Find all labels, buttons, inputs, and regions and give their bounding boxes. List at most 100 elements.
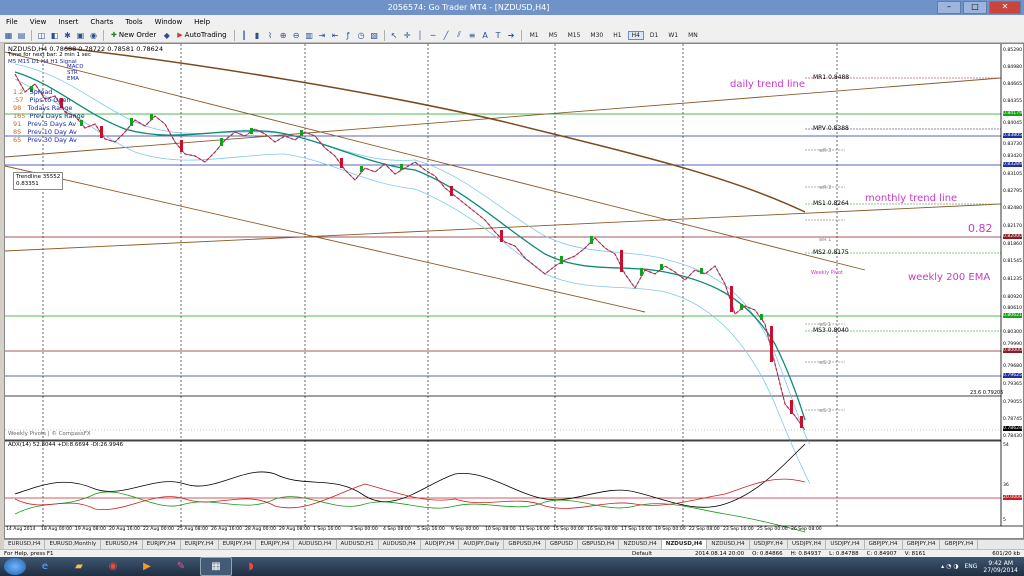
pivot-ms3: MS3 0.8040 — [813, 327, 849, 334]
price-axis: 0.85290 0.84980 0.84665 0.84355 0.84045 … — [1003, 48, 1022, 523]
pivot-weekly: Weekly Pivot — [811, 270, 843, 276]
media-icon[interactable]: ▶ — [132, 558, 162, 575]
chrome-icon[interactable]: ◉ — [98, 558, 128, 575]
chart-footer: Weekly Pivots | © CompassFX — [8, 431, 91, 437]
info-spread: 1.2 Spread — [13, 88, 53, 96]
zoom-out-icon[interactable]: ⊖ — [291, 30, 302, 41]
tray-clock[interactable]: 9:42 AM 27/09/2014 — [983, 560, 1018, 574]
market-watch-icon[interactable]: ◫ — [36, 30, 47, 41]
start-button[interactable] — [4, 558, 26, 575]
horizontal-line-icon[interactable]: ─ — [428, 30, 439, 41]
maximize-button[interactable]: □ — [963, 1, 987, 14]
info-prev-5-days: 91 Prev 5 Days Av — [13, 120, 77, 128]
tile-icon[interactable]: ▥ — [304, 30, 315, 41]
price-tag-blue: 0.79625 — [1003, 373, 1022, 378]
trendline-icon[interactable]: ╱ — [441, 30, 452, 41]
pivot-wr2: wR 2 — [819, 185, 832, 191]
price-tag-round: 0.82000 — [1003, 234, 1022, 239]
price-chart[interactable] — [5, 44, 1023, 538]
system-tray: ▴ ◔ ◑ ENG 9:42 AM 27/09/2014 — [941, 560, 1024, 574]
timeframe-m5[interactable]: M5 — [545, 31, 562, 40]
pivot-ms1: MS1 0.8264 — [813, 200, 849, 207]
pivot-ws1: wS 1 — [819, 322, 832, 328]
data-window-icon[interactable]: ◧ — [49, 30, 60, 41]
menu-view[interactable]: View — [24, 18, 53, 26]
trendline-tooltip: Trendline 35552 0.83351 — [13, 172, 64, 190]
indicators-icon[interactable]: ƒ — [343, 30, 354, 41]
candlestick-icon[interactable]: ▮ — [252, 30, 263, 41]
price-tag-mpv: 0.83805 — [1003, 133, 1022, 138]
timeframe-m15[interactable]: M15 — [564, 31, 585, 40]
window-title: 2056574: Go Trader MT4 - [NZDUSD,H4] — [387, 3, 550, 12]
templates-icon[interactable]: ▧ — [369, 30, 380, 41]
profiles-icon[interactable]: ▤ — [16, 30, 27, 41]
annotation-monthly-trend: monthly trend line — [865, 193, 958, 204]
autotrading-icon: ▶ — [177, 31, 183, 39]
mt4-icon[interactable]: ▦ — [200, 557, 232, 576]
label-icon[interactable]: T — [493, 30, 504, 41]
info-pips-to-open: .57 Pips to Open — [13, 96, 71, 104]
menu-help[interactable]: Help — [188, 18, 216, 26]
paint-icon[interactable]: ✎ — [166, 558, 196, 575]
bar-chart-icon[interactable]: ┃ — [239, 30, 250, 41]
close-button[interactable]: ✕ — [989, 1, 1021, 14]
annotation-082: 0.82 — [968, 222, 993, 235]
new-order-icon: ✚ — [111, 31, 117, 39]
pivot-ws3: wS 3 — [819, 408, 832, 414]
timeframe-m30[interactable]: M30 — [586, 31, 607, 40]
time-axis: 14 Aug 2014 18 Aug 00:00 19 Aug 08:00 20… — [6, 527, 822, 532]
zoom-in-icon[interactable]: ⊕ — [278, 30, 289, 41]
fibonacci-icon[interactable]: ≡ — [467, 30, 478, 41]
menu-charts[interactable]: Charts — [84, 18, 119, 26]
info-todays-range: 98 Todays Range — [13, 104, 73, 112]
chart-shift-icon[interactable]: ⇤ — [330, 30, 341, 41]
cursor-icon[interactable]: ↖ — [389, 30, 400, 41]
tray-icons[interactable]: ▴ ◔ ◑ — [941, 563, 958, 570]
text-icon[interactable]: A — [480, 30, 491, 41]
metaeditor-icon[interactable]: ◆ — [161, 30, 172, 41]
adx-label: ADX(14) 52.8044 +DI:8.6694 -DI:26.9946 — [8, 442, 124, 448]
toolbar: ▦ ▤ ◫ ◧ ✱ ▣ ◉ ✚ New Order ◆ ▶ AutoTrading … — [0, 28, 1024, 43]
info-prev-30-day: 65 Prev 30 Day Av — [13, 136, 77, 144]
terminal-icon[interactable]: ▣ — [75, 30, 86, 41]
tray-language[interactable]: ENG — [964, 563, 977, 570]
price-tag-r: 0.83289 — [1003, 162, 1022, 167]
ie-icon[interactable]: e — [30, 558, 60, 575]
crosshair-icon[interactable]: ✛ — [402, 30, 413, 41]
pivot-wr3: wR 3 — [819, 148, 832, 154]
menu-window[interactable]: Window — [149, 18, 189, 26]
navigator-icon[interactable]: ✱ — [62, 30, 73, 41]
annotation-daily-trend: daily trend line — [730, 79, 806, 90]
timeframe-mn[interactable]: MN — [684, 31, 702, 40]
new-chart-icon[interactable]: ▦ — [3, 30, 14, 41]
timeframe-d1[interactable]: D1 — [646, 31, 662, 40]
timeframe-h4[interactable]: H4 — [627, 30, 644, 40]
info-prev-10-day: 85 Prev 10 Day Av — [13, 128, 77, 136]
menu-insert[interactable]: Insert — [52, 18, 84, 26]
tester-icon[interactable]: ◉ — [88, 30, 99, 41]
line-chart-icon[interactable]: ⌇ — [265, 30, 276, 41]
autoscroll-icon[interactable]: ⇥ — [317, 30, 328, 41]
price-tag-ema200: 0.80621 — [1003, 313, 1022, 318]
menu-bar: File View Insert Charts Tools Window Hel… — [0, 15, 1024, 29]
trading-app-icon[interactable]: ◗ — [236, 558, 266, 575]
arrow-shapes-icon[interactable]: ➔ — [506, 30, 517, 41]
menu-file[interactable]: File — [0, 18, 24, 26]
channel-icon[interactable]: ⫽ — [454, 30, 465, 41]
autotrading-button[interactable]: ▶ AutoTrading — [174, 31, 229, 39]
pivot-mpv: MPV 0.8388 — [813, 125, 849, 132]
timeframe-m1[interactable]: M1 — [526, 31, 543, 40]
timeframe-h1[interactable]: H1 — [609, 31, 625, 40]
chart-window[interactable]: NZDUSD,H4 0.78688 0.78722 0.78581 0.7862… — [4, 43, 1024, 539]
timeframe-w1[interactable]: W1 — [664, 31, 682, 40]
menu-tools[interactable]: Tools — [119, 18, 148, 26]
price-tag-ema: 0.84179 — [1003, 111, 1022, 116]
vertical-line-icon[interactable]: │ — [415, 30, 426, 41]
bar-timer: Time for next bar: 2 min 1 sec — [8, 52, 91, 58]
legend-ema: EMA — [67, 76, 79, 82]
minimize-button[interactable]: – — [937, 1, 961, 14]
price-tag-current: 0.78624 — [1003, 426, 1022, 431]
folder-icon[interactable]: ▰ — [64, 558, 94, 575]
periods-icon[interactable]: ◷ — [356, 30, 367, 41]
new-order-button[interactable]: ✚ New Order — [108, 31, 159, 39]
